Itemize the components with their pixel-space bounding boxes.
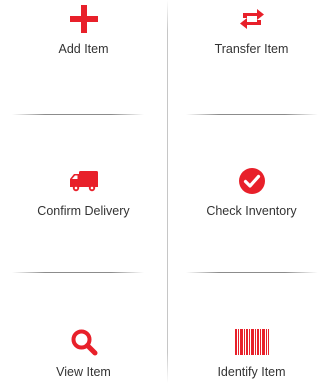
horizontal-divider bbox=[12, 114, 144, 115]
transfer-item-button[interactable]: Transfer Item bbox=[168, 4, 335, 56]
horizontal-divider bbox=[186, 272, 318, 273]
horizontal-divider bbox=[12, 272, 144, 273]
barcode-icon bbox=[232, 327, 272, 357]
transfer-item-label: Transfer Item bbox=[214, 42, 289, 56]
view-item-label: View Item bbox=[56, 365, 111, 379]
menu-grid: Add Item Transfer Item Confirm Delivery … bbox=[0, 0, 335, 383]
confirm-delivery-button[interactable]: Confirm Delivery bbox=[0, 166, 167, 218]
truck-icon bbox=[64, 166, 104, 196]
check-inventory-button[interactable]: Check Inventory bbox=[168, 166, 335, 218]
horizontal-divider bbox=[186, 114, 318, 115]
transfer-icon bbox=[232, 4, 272, 34]
identify-item-label: Identify Item bbox=[217, 365, 286, 379]
confirm-delivery-label: Confirm Delivery bbox=[37, 204, 130, 218]
add-item-label: Add Item bbox=[58, 42, 109, 56]
plus-icon bbox=[64, 4, 104, 34]
search-icon bbox=[64, 327, 104, 357]
identify-item-button[interactable]: Identify Item bbox=[168, 327, 335, 379]
add-item-button[interactable]: Add Item bbox=[0, 4, 167, 56]
view-item-button[interactable]: View Item bbox=[0, 327, 167, 379]
check-inventory-label: Check Inventory bbox=[206, 204, 297, 218]
check-circle-icon bbox=[232, 166, 272, 196]
